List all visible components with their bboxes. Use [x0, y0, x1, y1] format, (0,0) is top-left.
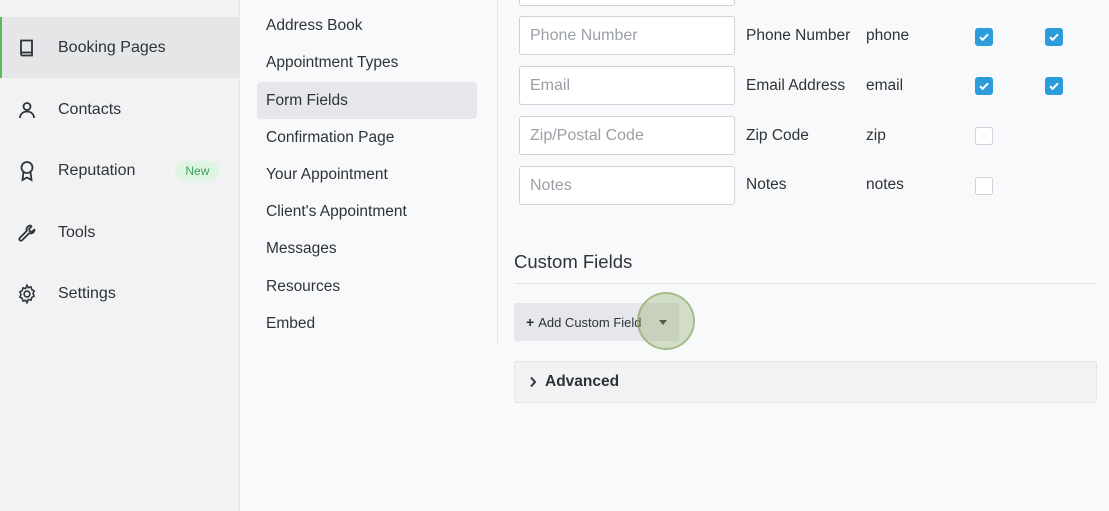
notes-show-checkbox[interactable] [975, 177, 993, 195]
sidebar-item-contacts[interactable]: Contacts [0, 79, 239, 140]
subnav-item-form-fields[interactable]: Form Fields [257, 82, 477, 119]
add-custom-field-label: Add Custom Field [538, 314, 642, 330]
settings-subnav: Address Book Appointment Types Form Fiel… [240, 0, 498, 345]
subnav-item-address-book[interactable]: Address Book [257, 7, 477, 44]
sidebar-item-tools[interactable]: Tools [0, 202, 239, 263]
sidebar-item-label: Tools [58, 223, 96, 241]
subnav-item-clients-appointment[interactable]: Client's Appointment [257, 193, 477, 230]
sidebar-item-booking-pages[interactable]: Booking Pages [0, 17, 239, 78]
book-icon [16, 37, 38, 59]
custom-fields-heading: Custom Fields [514, 251, 633, 272]
section-divider [514, 283, 1097, 284]
check-icon [979, 82, 989, 91]
previous-field-input[interactable] [519, 0, 735, 6]
email-show-checkbox[interactable] [975, 77, 993, 95]
subnav-item-resources[interactable]: Resources [257, 268, 477, 305]
add-custom-field-button[interactable]: + Add Custom Field [514, 303, 679, 341]
subnav-item-confirmation-page[interactable]: Confirmation Page [257, 119, 477, 156]
email-required-checkbox[interactable] [1045, 77, 1063, 95]
check-icon [979, 33, 989, 42]
sidebar-item-reputation[interactable]: Reputation New [0, 140, 239, 201]
notes-input[interactable] [519, 166, 735, 205]
phone-show-checkbox[interactable] [975, 28, 993, 46]
sidebar-item-label: Reputation [58, 161, 136, 179]
field-label-email: Email Address [746, 77, 846, 94]
zip-code-input[interactable] [519, 116, 735, 155]
field-key-email: email [866, 77, 904, 94]
primary-sidebar: Booking Pages Contacts Reputation New To… [0, 0, 240, 511]
sidebar-item-label: Settings [58, 284, 116, 302]
chevron-right-icon [529, 376, 537, 388]
add-custom-field-dropdown-toggle[interactable] [646, 303, 679, 341]
zip-show-checkbox[interactable] [975, 127, 993, 145]
subnav-item-embed[interactable]: Embed [257, 305, 477, 342]
wrench-icon [16, 222, 38, 244]
field-label-zip: Zip Code [746, 127, 809, 144]
sidebar-item-settings[interactable]: Settings [0, 263, 239, 324]
plus-icon: + [526, 314, 535, 330]
check-icon [1049, 33, 1059, 42]
gear-icon [16, 283, 38, 305]
field-key-zip: zip [866, 127, 886, 144]
field-key-notes: notes [866, 176, 904, 193]
caret-down-icon [658, 319, 667, 325]
email-input[interactable] [519, 66, 735, 105]
subnav-item-appointment-types[interactable]: Appointment Types [257, 44, 477, 81]
subnav-item-your-appointment[interactable]: Your Appointment [257, 156, 477, 193]
phone-number-input[interactable] [519, 16, 735, 55]
new-badge: New [175, 160, 220, 181]
check-icon [1049, 82, 1059, 91]
sidebar-item-label: Booking Pages [58, 38, 166, 56]
field-label-phone: Phone Number [746, 27, 851, 44]
award-icon [16, 160, 38, 182]
field-label-notes: Notes [746, 176, 787, 193]
add-custom-field-main[interactable]: + Add Custom Field [514, 303, 646, 341]
phone-required-checkbox[interactable] [1045, 28, 1063, 46]
subnav-item-messages[interactable]: Messages [257, 230, 477, 267]
field-key-phone: phone [866, 27, 910, 44]
sidebar-item-label: Contacts [58, 100, 122, 118]
advanced-toggle[interactable]: Advanced [514, 361, 1097, 403]
advanced-label: Advanced [545, 373, 620, 390]
person-icon [16, 99, 38, 121]
